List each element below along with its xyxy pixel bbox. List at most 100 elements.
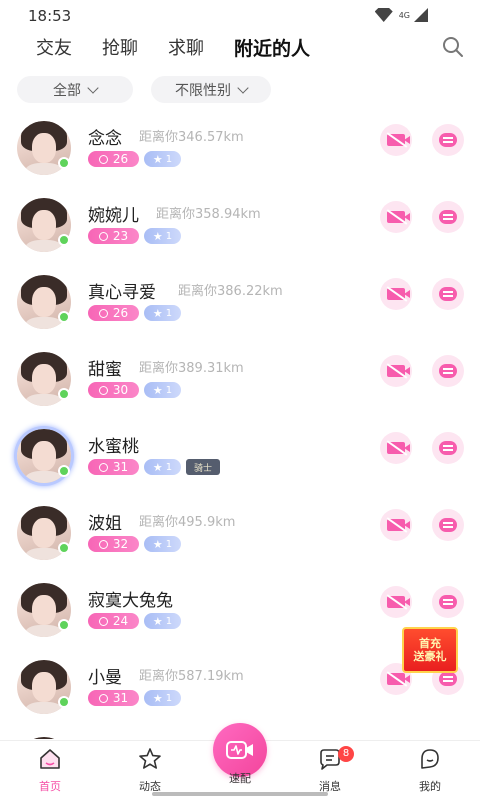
chat-button[interactable] [432,278,464,310]
user-name: 寂寞大兔兔 [88,591,173,611]
tab-nearby[interactable]: 附近的人 [234,34,310,61]
user-badges: 26 ★ 1 [88,151,181,167]
age-badge: 26 [88,305,139,321]
level-value: 1 [165,230,173,242]
video-call-button[interactable] [380,124,412,156]
online-indicator [58,542,70,554]
age-value: 32 [112,537,129,551]
scope-filter-label: 全部 [53,82,81,99]
first-charge-gift-banner[interactable]: 首充 送豪礼 [402,627,458,673]
online-indicator [58,234,70,246]
video-off-icon [387,519,410,531]
video-off-icon [387,442,410,454]
tab-friends[interactable]: 交友 [36,34,72,60]
nav-moments[interactable]: 动态 [120,747,180,794]
video-off-icon [387,596,410,608]
level-badge: ★ 1 [144,151,181,167]
scope-filter[interactable]: 全部 [17,76,133,103]
level-badge: ★ 1 [144,536,181,552]
chat-button[interactable] [432,586,464,618]
female-icon [98,693,108,703]
video-call-button[interactable] [380,278,412,310]
chat-icon [439,672,457,686]
user-badges: 24 ★ 1 [88,613,181,629]
top-tabs: 交友 抢聊 求聊 附近的人 [0,30,480,64]
user-row[interactable]: 水蜜桃 31 ★ 1 骑士 [0,420,480,497]
chat-button[interactable] [432,201,464,233]
level-value: 1 [165,692,173,704]
avatar[interactable] [17,737,71,739]
chat-button[interactable] [432,355,464,387]
star-icon: ★ [152,229,163,243]
tab-grab-chat[interactable]: 抢聊 [102,34,138,60]
video-call-button[interactable] [380,432,412,464]
age-value: 30 [112,383,129,397]
level-value: 1 [165,615,173,627]
online-indicator [58,465,70,477]
star-icon: ★ [152,537,163,551]
nav-mine[interactable]: 我的 [400,747,460,794]
user-distance: 距离你495.9km [139,515,236,530]
level-value: 1 [165,384,173,396]
video-call-button[interactable] [380,586,412,618]
user-distance: 距离你358.94km [156,207,261,222]
video-off-icon [387,288,410,300]
female-icon [98,539,108,549]
user-row[interactable]: 婉婉儿 距离你358.94km 23 ★ 1 [0,189,480,266]
tab-ask-chat[interactable]: 求聊 [168,34,204,60]
user-badges: 31 ★ 1 [88,690,181,706]
star-icon: ★ [152,460,163,474]
user-badges: 23 ★ 1 [88,228,181,244]
user-row[interactable]: 念念 距离你346.57km 26 ★ 1 [0,112,480,189]
user-row[interactable]: 波姐 距离你495.9km 32 ★ 1 [0,497,480,574]
profile-icon [421,749,439,769]
chat-button[interactable] [432,432,464,464]
female-icon [98,462,108,472]
level-value: 1 [165,538,173,550]
chat-icon [439,595,457,609]
user-name: 婉婉儿 [88,206,139,226]
status-icons: 4G [374,8,428,22]
chat-icon [439,518,457,532]
chat-icon [439,210,457,224]
quick-match-button[interactable] [213,723,267,777]
user-name: 真心寻爱 [88,283,156,303]
search-icon[interactable] [440,34,466,60]
level-badge: ★ 1 [144,690,181,706]
age-badge: 30 [88,382,139,398]
user-distance: 距离你386.22km [178,284,283,299]
nav-home[interactable]: 首页 [20,747,80,794]
chevron-down-icon [87,81,99,94]
nav-mine-label: 我的 [419,780,441,793]
level-badge: ★ 1 [144,613,181,629]
age-value: 24 [112,614,129,628]
level-badge: ★ 1 [144,382,181,398]
chat-button[interactable] [432,124,464,156]
star-icon: ★ [152,383,163,397]
network-label: 4G [398,10,410,20]
age-value: 26 [112,306,129,320]
gender-filter-label: 不限性别 [175,82,231,99]
video-call-button[interactable] [380,355,412,387]
home-indicator [152,792,328,796]
female-icon [98,385,108,395]
video-call-button[interactable] [380,201,412,233]
gender-filter[interactable]: 不限性别 [151,76,271,103]
chat-button[interactable] [432,509,464,541]
user-badges: 31 ★ 1 骑士 [88,459,220,475]
user-row[interactable]: 真心寻爱 距离你386.22km 26 ★ 1 [0,266,480,343]
age-badge: 32 [88,536,139,552]
female-icon [98,231,108,241]
level-badge: ★ 1 [144,305,181,321]
video-call-button[interactable] [380,509,412,541]
age-badge: 26 [88,151,139,167]
online-indicator [58,311,70,323]
user-row[interactable]: 甜蜜 距离你389.31km 30 ★ 1 [0,343,480,420]
chat-icon [439,441,457,455]
chat-icon [439,287,457,301]
user-distance: 距离你389.31km [139,361,244,376]
status-bar: 18:53 4G [0,0,480,30]
user-name: 念念 [88,129,122,149]
level-value: 1 [165,461,173,473]
chat-icon [439,133,457,147]
